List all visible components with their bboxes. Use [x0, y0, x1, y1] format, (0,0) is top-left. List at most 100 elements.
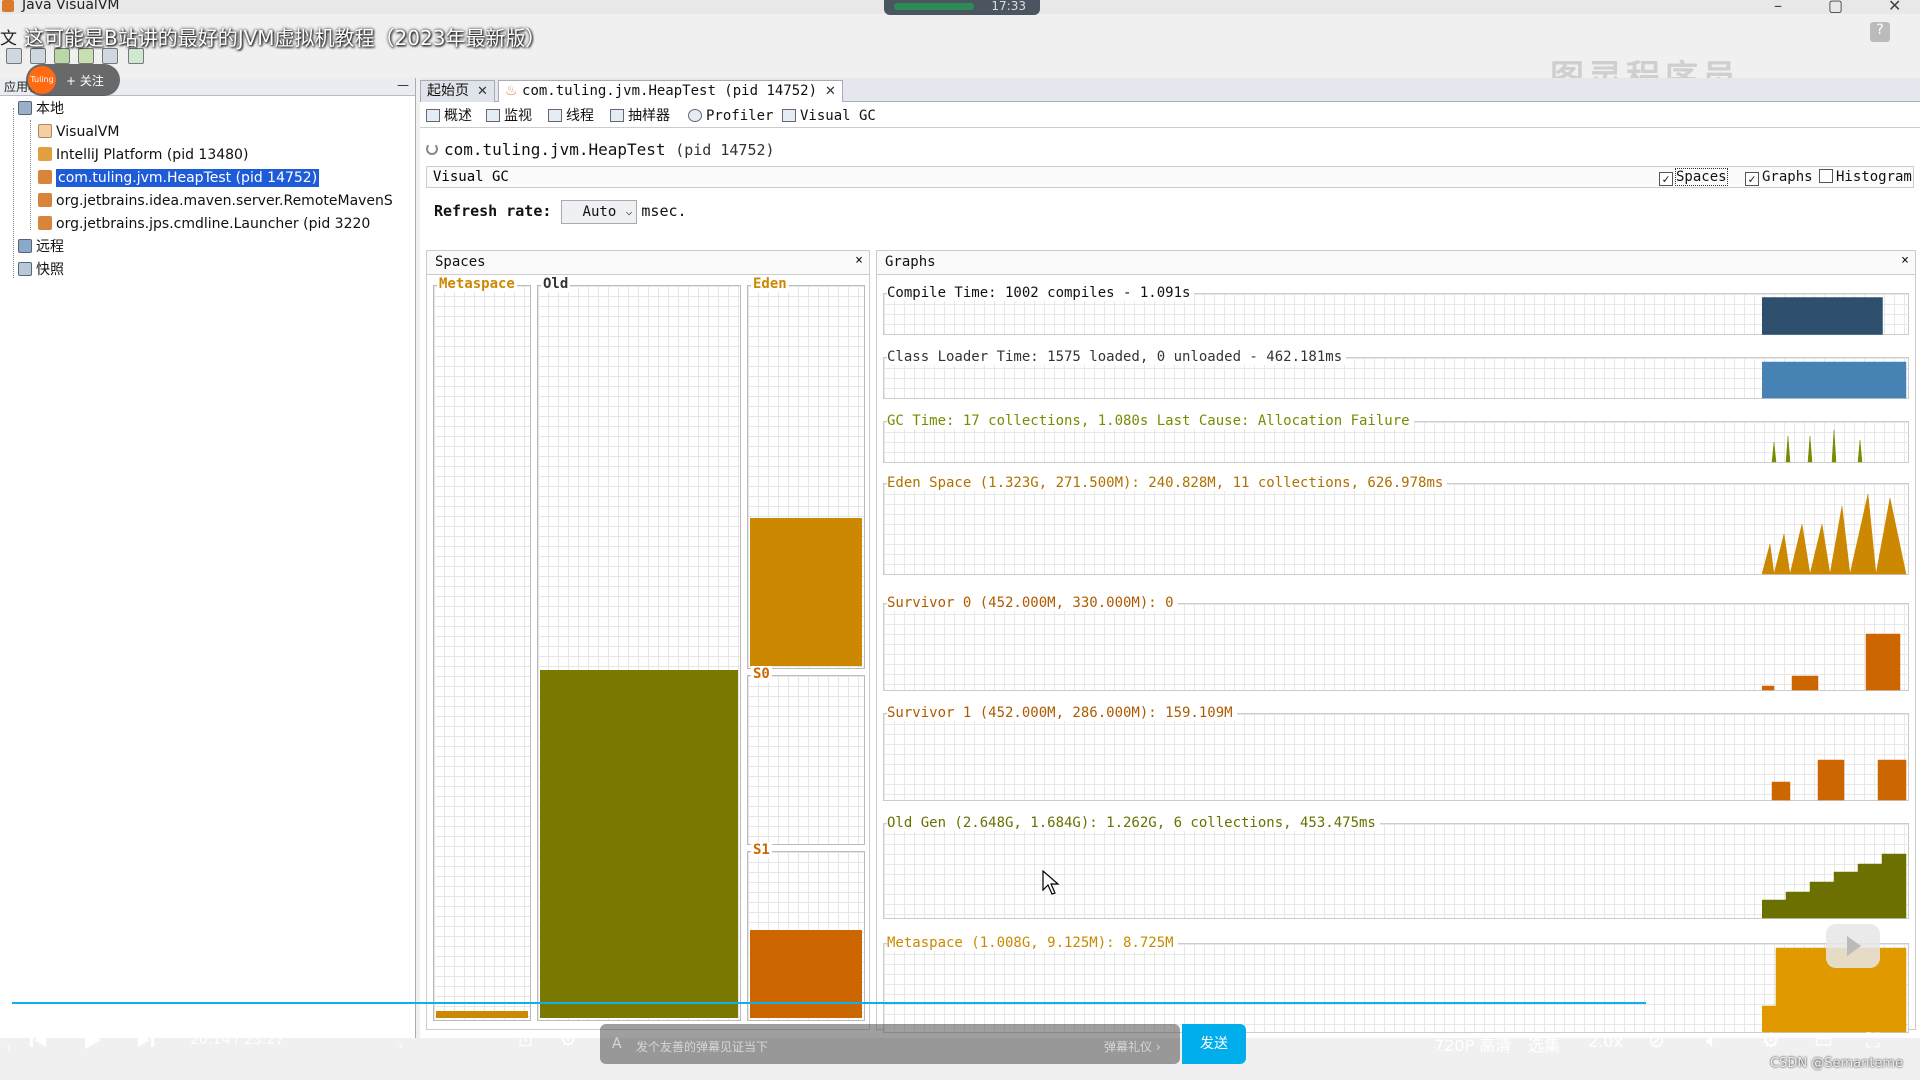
tab-heaptest[interactable]: ♨ com.tuling.jvm.HeapTest (pid 14752) ✕	[498, 80, 843, 102]
open-icon[interactable]	[6, 48, 22, 64]
next-icon[interactable]	[136, 1030, 156, 1050]
send-button[interactable]: 发送	[1182, 1024, 1246, 1064]
refresh-rate-select[interactable]: Auto ⌵	[561, 200, 638, 224]
visualvm-icon	[38, 124, 52, 138]
episodes-button[interactable]: 选集	[1528, 1032, 1560, 1056]
graph-area	[883, 603, 1909, 691]
tab-threads[interactable]: 线程	[548, 106, 594, 126]
graph-title: Survivor 0 (452.000M, 330.000M): 0	[887, 595, 1178, 611]
spaces-checkbox[interactable]: ✓ Spaces	[1659, 168, 1728, 186]
danmaku-input[interactable]: A 发个友善的弹幕见证当下 弹幕礼仪 ›	[600, 1024, 1180, 1064]
font-icon[interactable]: A	[612, 1036, 622, 1052]
java-process-icon	[38, 147, 52, 161]
close-panel-icon[interactable]: ×	[1901, 253, 1909, 268]
visual-gc-bar: Visual GC ✓ Spaces ✓ Graphs Histogram	[426, 166, 1914, 188]
credit-watermark: CSDN @Semanteme	[1770, 1056, 1904, 1071]
java-process-icon	[38, 216, 52, 230]
close-icon[interactable]: ✕	[1888, 0, 1901, 15]
graph-title: GC Time: 17 collections, 1.080s Last Cau…	[887, 413, 1414, 429]
graph-series	[1762, 361, 1907, 399]
tree-node-maven-server[interactable]: org.jetbrains.idea.maven.server.RemoteMa…	[38, 190, 393, 212]
tab-profiler[interactable]: Profiler	[688, 106, 773, 126]
sampler-icon	[610, 109, 624, 122]
tree-node-remote[interactable]: 远程	[18, 236, 64, 258]
graph-title: Compile Time: 1002 compiles - 1.091s	[887, 285, 1195, 301]
title-bar: Java VisualVM 17:33 – ▢ ✕	[0, 0, 1920, 15]
close-tab-icon[interactable]: ✕	[825, 84, 836, 99]
avatar[interactable]: Tuling	[28, 66, 56, 94]
time-display: 20:14 / 23:27	[190, 1032, 285, 1048]
monitor-icon	[486, 109, 500, 122]
uploader-badge[interactable]: Tuling + 关注	[26, 64, 120, 96]
help-icon[interactable]: ?	[1870, 22, 1890, 42]
space-eden	[747, 285, 865, 669]
space-label: Metaspace	[437, 276, 517, 292]
danmaku-toggle-icon[interactable]: ⊡	[518, 1030, 533, 1051]
danmaku-etiquette-link[interactable]: 弹幕礼仪 ›	[1104, 1038, 1161, 1055]
tree-node-heaptest[interactable]: com.tuling.jvm.HeapTest (pid 14752)	[38, 167, 320, 189]
tree-node-snapshots[interactable]: 快照	[18, 259, 64, 281]
chevron-right-icon[interactable]: ›	[398, 1038, 404, 1054]
tab-sampler[interactable]: 抽样器	[610, 106, 670, 126]
tree-node-intellij[interactable]: IntelliJ Platform (pid 13480)	[38, 144, 248, 166]
visual-gc-icon	[782, 109, 796, 122]
graphs-header: Graphs ×	[877, 251, 1915, 275]
main-area: 起始页 ✕ ♨ com.tuling.jvm.HeapTest (pid 1475…	[420, 78, 1920, 1038]
video-title: 这可能是B站讲的最好的JVM虚拟机教程（2023年最新版）	[24, 26, 546, 50]
refresh-rate-label: Refresh rate:	[434, 202, 552, 220]
profiler-icon	[688, 109, 702, 122]
space-s0	[747, 675, 865, 845]
space-old	[537, 285, 741, 1021]
follow-button[interactable]: + 关注	[66, 72, 104, 89]
danmaku-settings-icon[interactable]: ⚙	[560, 1030, 576, 1051]
graphs-checkbox[interactable]: ✓ Graphs	[1745, 169, 1813, 186]
video-progress-bar[interactable]	[12, 1002, 1646, 1004]
previous-icon[interactable]	[28, 1030, 48, 1050]
tree-node-jps-launcher[interactable]: org.jetbrains.jps.cmdline.Launcher (pid …	[38, 213, 370, 235]
refresh-rate-row: Refresh rate: Auto ⌵ msec.	[434, 200, 687, 224]
check-icon: ✓	[1745, 172, 1759, 186]
graph-series-shape	[1762, 361, 1907, 399]
subtitle-off-icon[interactable]: ⊘	[1648, 1028, 1665, 1052]
close-panel-icon[interactable]: ×	[855, 253, 863, 268]
graph-series-shape	[1762, 633, 1901, 691]
graph-series	[1762, 493, 1907, 575]
tree-connector	[13, 108, 14, 278]
picture-in-picture-icon[interactable]: ▭	[1814, 1028, 1833, 1052]
tree-connector	[30, 120, 31, 230]
tree-node-local[interactable]: 本地	[18, 98, 64, 120]
tab-visual-gc[interactable]: Visual GC	[782, 106, 876, 126]
graph-series-shape	[1771, 429, 1863, 463]
speed-button[interactable]: 2.0x	[1588, 1032, 1623, 1051]
graph-series	[1762, 297, 1883, 335]
quality-button[interactable]: 720P 高清	[1434, 1032, 1511, 1056]
graph-series-shape	[1771, 759, 1907, 801]
tab-monitor[interactable]: 监视	[486, 106, 532, 126]
overview-icon	[426, 109, 440, 122]
minimize-panel-icon[interactable]: —	[397, 78, 409, 92]
graph-title: Old Gen (2.648G, 1.684G): 1.262G, 6 coll…	[887, 815, 1380, 831]
tab-overview[interactable]: 概述	[426, 106, 472, 126]
graph-title: Eden Space (1.323G, 271.500M): 240.828M,…	[887, 475, 1448, 491]
clock-badge: 17:33	[884, 0, 1040, 15]
close-tab-icon[interactable]: ✕	[477, 84, 488, 99]
tab-start-page[interactable]: 起始页 ✕	[420, 80, 495, 102]
maximize-icon[interactable]: ▢	[1828, 0, 1843, 15]
volume-icon[interactable]: 🔈︎	[1706, 1028, 1718, 1052]
graph-series-shape	[1762, 297, 1883, 335]
floating-play-icon[interactable]	[1826, 924, 1880, 968]
chevron-left-icon[interactable]: ‹	[6, 1040, 12, 1056]
tree-node-visualvm[interactable]: VisualVM	[38, 121, 119, 143]
gear-icon[interactable]: ⚙	[1762, 1028, 1780, 1052]
play-icon[interactable]	[80, 1028, 104, 1052]
space-label: S0	[751, 666, 772, 682]
graph-series	[1771, 759, 1907, 801]
process-title: com.tuling.jvm.HeapTest (pid 14752)	[426, 140, 775, 159]
mouse-cursor-icon	[1042, 870, 1060, 895]
minimize-icon[interactable]: –	[1774, 0, 1782, 15]
histogram-checkbox[interactable]: Histogram	[1819, 169, 1912, 185]
java-process-icon: ♨	[505, 83, 518, 99]
graph-area	[883, 823, 1909, 919]
fullscreen-icon[interactable]: ⛶	[1866, 1028, 1880, 1052]
graphs-panel: Graphs × Compile Time: 1002 compiles - 1…	[876, 250, 1916, 1033]
